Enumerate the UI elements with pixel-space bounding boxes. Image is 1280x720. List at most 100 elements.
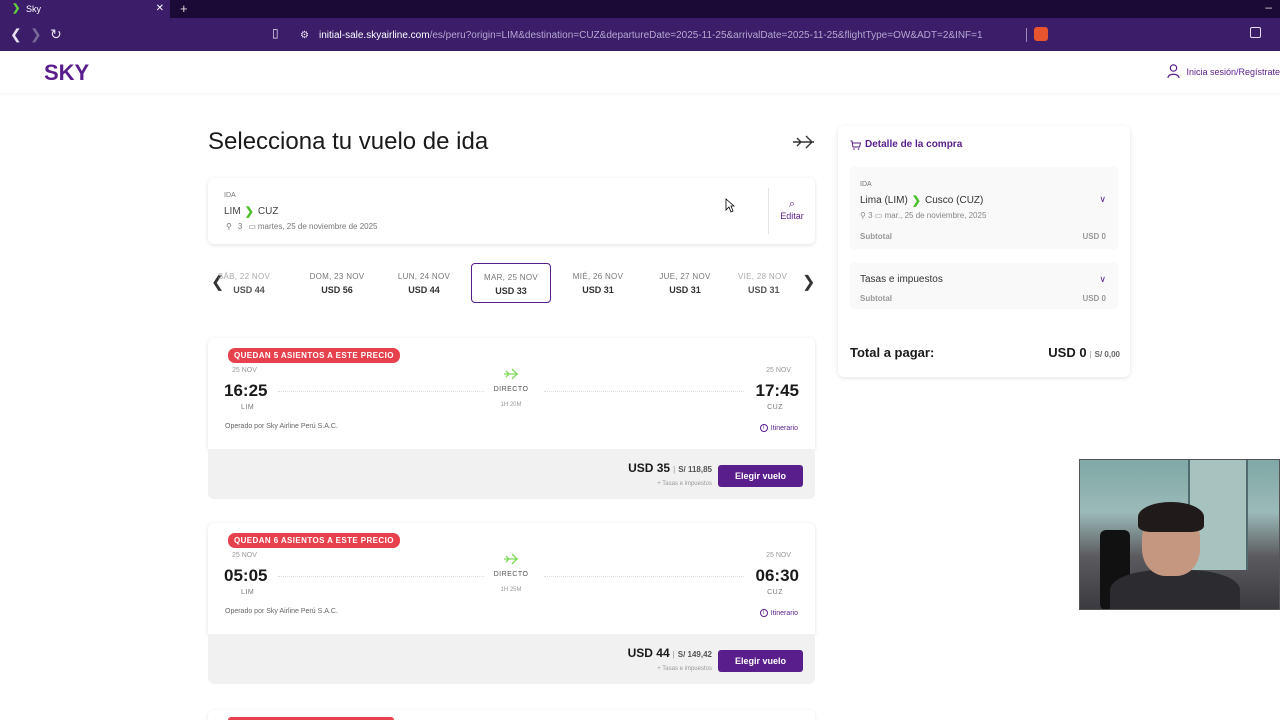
flight-type: DIRECTO <box>493 571 529 578</box>
date-price: USD 33 <box>495 286 527 296</box>
date-option-23[interactable]: DOM, 23 NOV USD 56 <box>297 263 377 303</box>
price-pen: S/ 149,42 <box>677 650 712 659</box>
date-label: JUE, 27 NOV <box>659 272 711 281</box>
itinerary-label: Itinerario <box>770 609 798 617</box>
departure-code: LIM <box>241 589 255 596</box>
itinerary-label: Itinerario <box>770 424 798 432</box>
bookmark-icon[interactable]: ▯ <box>272 26 279 40</box>
summary-flight-box[interactable]: IDA Lima (LIM) ❯ Cusco (CUZ) ⚲ 3 ▭ mar.,… <box>850 167 1118 249</box>
date-price: USD 31 <box>582 285 614 295</box>
summary-header: Detalle de la compra <box>850 139 962 150</box>
tax-note: + Tasas e impuestos <box>657 666 712 672</box>
total-label: Total a pagar: <box>850 345 935 360</box>
browser-tab[interactable]: ❯ Sky ✕ <box>0 0 170 18</box>
minimize-window-icon[interactable]: – <box>1265 0 1272 14</box>
itinerary-link[interactable]: i Itinerario <box>759 609 798 617</box>
flight-details: QUEDAN 6 ASIENTOS A ESTE PRECIO 25 NOV 0… <box>208 523 815 634</box>
subtotal-label: Subtotal <box>860 232 892 241</box>
seats-left-badge: QUEDAN 5 ASIENTOS A ESTE PRECIO <box>228 348 400 363</box>
search-route: LIM ❯ CUZ <box>224 205 278 218</box>
sky-favicon-icon: ❯ <box>12 3 21 14</box>
date-label: LUN, 24 NOV <box>397 272 451 281</box>
departure-time: 05:05 <box>224 566 268 585</box>
flight-price-bar: USD 44 | S/ 149,42 + Tasas e impuestos E… <box>208 634 815 684</box>
close-tab-icon[interactable]: ✕ <box>156 3 164 15</box>
route-line <box>278 391 484 392</box>
flight-card: QUEDAN 5 ASIENTOS A ESTE PRECIO 25 NOV 1… <box>208 338 815 499</box>
chevron-down-icon[interactable]: ∨ <box>1099 274 1106 285</box>
route-line <box>544 391 744 392</box>
flight-card-partial <box>208 710 815 720</box>
date-option-27[interactable]: JUE, 27 NOV USD 31 <box>645 263 725 303</box>
login-link[interactable]: Inicia sesión/Regístrate <box>1167 64 1280 79</box>
url-path: /es/peru?origin=LIM&destination=CUZ&depa… <box>429 29 983 41</box>
flight-price-bar: USD 35 | S/ 118,85 + Tasas e impuestos E… <box>208 449 815 499</box>
date-option-24[interactable]: LUN, 24 NOV USD 44 <box>384 263 464 303</box>
url-host: initial-sale.skyairline.com <box>318 29 430 41</box>
seats-left-badge: QUEDAN 6 ASIENTOS A ESTE PRECIO <box>228 533 400 548</box>
summary-destination: Cusco (CUZ) <box>925 195 984 206</box>
route-chevron-icon: ❯ <box>911 195 922 207</box>
taxes-label: Tasas e impuestos <box>860 274 943 285</box>
date-price: USD 31 <box>669 285 701 295</box>
sky-logo[interactable]: SKY <box>44 60 89 86</box>
choose-flight-button[interactable]: Elegir vuelo <box>718 465 803 487</box>
address-bar: ❮ ❯ ↻ ▯ ⚙ initial-sale.skyairline.com/es… <box>0 18 1280 51</box>
back-icon[interactable]: ❮ <box>10 26 22 42</box>
browser-tabbar: ❯ Sky ✕ + – <box>0 0 1280 18</box>
date-label: DOM, 23 NOV <box>309 272 365 281</box>
price-pen: S/ 118,85 <box>678 465 712 474</box>
arrival-time: 06:30 <box>755 566 799 585</box>
forward-icon[interactable]: ❯ <box>30 26 42 42</box>
total-pen: S/ 0,00 <box>1094 350 1120 359</box>
tax-note: + Tasas e impuestos <box>657 481 712 487</box>
edit-search-button[interactable]: ⌕ Editar <box>772 198 812 221</box>
search-summary-card: IDA LIM ❯ CUZ ⚲ 3 ▭ martes, 25 de noviem… <box>208 178 815 244</box>
itinerary-link[interactable]: i Itinerario <box>759 424 798 432</box>
reload-icon[interactable]: ↻ <box>50 26 62 42</box>
site-settings-icon[interactable]: ⚙ <box>300 30 309 41</box>
date-price: USD 31 <box>748 285 780 295</box>
date-option-25-selected[interactable]: MAR, 25 NOV USD 33 <box>471 263 551 303</box>
sidebar-toggle-icon[interactable] <box>1250 27 1261 38</box>
plane-departure-icon <box>793 135 814 149</box>
operator-text: Operado por Sky Airline Perú S.A.C. <box>225 423 338 430</box>
price-separator: | <box>672 650 675 659</box>
arrival-date: 25 NOV <box>766 367 791 374</box>
site-header: SKY Inicia sesión/Regístrate <box>0 51 1280 93</box>
flight-card: QUEDAN 6 ASIENTOS A ESTE PRECIO 25 NOV 0… <box>208 523 815 684</box>
summary-pax: 3 <box>868 211 873 220</box>
price-separator: | <box>673 465 676 474</box>
user-icon <box>1167 64 1181 79</box>
page-title: Selecciona tu vuelo de ida <box>208 128 489 155</box>
date-label: VIE, 28 NOV <box>738 272 788 281</box>
next-dates-arrow-icon[interactable]: ❯ <box>802 272 815 292</box>
price-usd: USD 44 <box>627 646 670 660</box>
chevron-down-icon[interactable]: ∨ <box>1099 194 1106 205</box>
departure-date: 25 NOV <box>232 552 257 559</box>
summary-taxes-box[interactable]: Tasas e impuestos ∨ Subtotal USD 0 <box>850 263 1118 309</box>
date-option-22[interactable]: SÁB, 22 NOV USD 44 <box>214 263 284 303</box>
webcam-person-body <box>1110 570 1240 609</box>
arrival-time: 17:45 <box>755 381 799 400</box>
choose-flight-button[interactable]: Elegir vuelo <box>718 650 803 672</box>
url-field[interactable]: ⚙ initial-sale.skyairline.com/es/peru?or… <box>300 27 983 43</box>
search-meta: ⚲ 3 ▭ martes, 25 de noviembre de 2025 <box>226 222 378 231</box>
departure-time: 16:25 <box>224 381 268 400</box>
edit-label: Editar <box>780 211 804 221</box>
webcam-overlay <box>1079 459 1280 610</box>
summary-route: Lima (LIM) ❯ Cusco (CUZ) <box>860 194 983 207</box>
brave-shield-icon[interactable] <box>1034 27 1048 41</box>
flight-type: DIRECTO <box>493 386 529 393</box>
flight-duration: 1H 25M <box>500 587 522 593</box>
arrival-date: 25 NOV <box>766 552 791 559</box>
total-usd: USD 0 <box>1048 345 1087 360</box>
new-tab-button[interactable]: + <box>180 1 188 17</box>
date-label: MAR, 25 NOV <box>484 273 538 282</box>
date-option-28[interactable]: VIE, 28 NOV USD 31 <box>738 263 792 303</box>
calendar-icon: ▭ <box>248 222 256 231</box>
toolbar-divider <box>1026 28 1027 42</box>
taxes-subtotal-value: USD 0 <box>1082 294 1106 303</box>
date-option-26[interactable]: MIÉ, 26 NOV USD 31 <box>558 263 638 303</box>
taxes-subtotal-label: Subtotal <box>860 294 892 303</box>
